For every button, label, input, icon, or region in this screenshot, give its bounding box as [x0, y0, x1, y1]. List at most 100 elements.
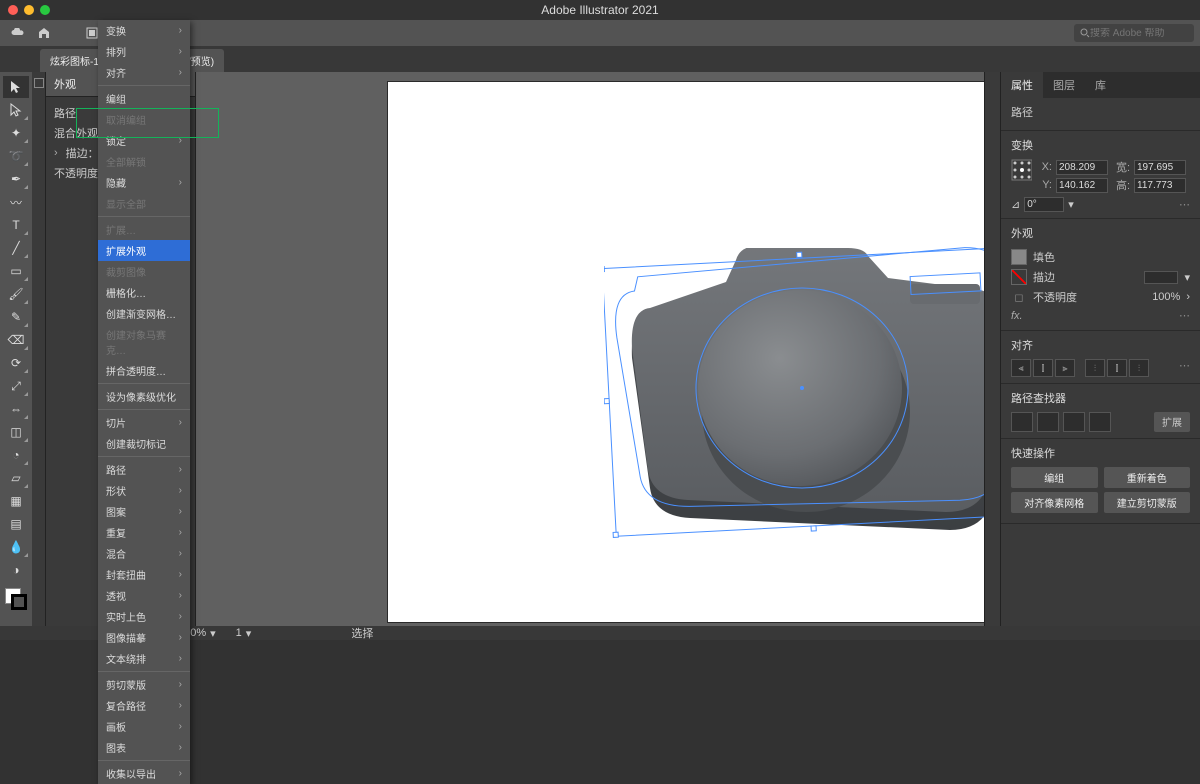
magic-wand-tool[interactable]: ✦ [3, 122, 29, 144]
menu-item[interactable]: 封套扭曲 [98, 564, 190, 585]
menu-item[interactable]: 栅格化… [98, 282, 190, 303]
right-dock[interactable] [984, 72, 1000, 626]
reference-point-icon[interactable] [1011, 159, 1032, 181]
transform-angle-input[interactable] [1024, 197, 1064, 212]
menu-item[interactable]: 取消编组 [98, 109, 190, 130]
menu-item[interactable]: 隐藏 [98, 172, 190, 193]
menu-item[interactable]: 扩展外观 [98, 240, 190, 261]
qa-clipmask[interactable]: 建立剪切蒙版 [1104, 492, 1191, 513]
pathfinder-exclude[interactable] [1089, 412, 1111, 432]
home-icon[interactable] [32, 23, 56, 43]
pen-tool[interactable]: ✒ [3, 168, 29, 190]
menu-item[interactable]: 透视 [98, 585, 190, 606]
menu-item[interactable]: 复合路径 [98, 695, 190, 716]
menu-item[interactable]: 创建对象马赛克… [98, 324, 190, 360]
direct-selection-tool[interactable] [3, 99, 29, 121]
help-search[interactable] [1074, 24, 1194, 42]
menu-item[interactable]: 显示全部 [98, 193, 190, 214]
menu-item[interactable]: 扩展… [98, 219, 190, 240]
canvas[interactable] [196, 72, 984, 626]
paintbrush-tool[interactable]: 🖌 [3, 283, 29, 305]
align-top[interactable]: ⫶ [1085, 359, 1105, 377]
menu-item[interactable]: 变换 [98, 20, 190, 41]
rotate-tool[interactable]: ⟳ [3, 352, 29, 374]
menu-item[interactable]: 混合 [98, 543, 190, 564]
perspective-tool[interactable]: ▱ [3, 467, 29, 489]
gradient-tool[interactable]: ▤ [3, 513, 29, 535]
scale-tool[interactable]: ⤢ [3, 375, 29, 397]
quick-actions-section: 快速操作 编组 重新着色 对齐像素网格 建立剪切蒙版 [1001, 439, 1200, 524]
menu-item[interactable]: 收集以导出 [98, 763, 190, 784]
menu-item[interactable]: 实时上色 [98, 606, 190, 627]
minimize-window[interactable] [24, 5, 34, 15]
align-vcenter[interactable]: ⫿ [1107, 359, 1127, 377]
qa-recolor[interactable]: 重新着色 [1104, 467, 1191, 488]
align-bottom[interactable]: ⫶ [1129, 359, 1149, 377]
menu-item[interactable]: 图像描摹 [98, 627, 190, 648]
menu-item[interactable]: 画板 [98, 716, 190, 737]
cloud-icon[interactable] [6, 23, 30, 43]
pathfinder-section: 路径查找器 扩展 [1001, 384, 1200, 439]
menu-item[interactable]: 锁定 [98, 130, 190, 151]
selection-tool[interactable] [3, 76, 29, 98]
menu-item[interactable]: 图案 [98, 501, 190, 522]
close-window[interactable] [8, 5, 18, 15]
menu-item[interactable]: 编组 [98, 88, 190, 109]
menu-item[interactable]: 裁剪图像 [98, 261, 190, 282]
help-search-input[interactable] [1090, 28, 1180, 39]
menu-item[interactable]: 图表 [98, 737, 190, 758]
tab-layers[interactable]: 图层 [1043, 72, 1085, 98]
qa-pixel-align[interactable]: 对齐像素网格 [1011, 492, 1098, 513]
menu-item[interactable]: 设为像素级优化 [98, 386, 190, 407]
pathfinder-expand[interactable]: 扩展 [1154, 412, 1190, 432]
menu-item[interactable]: 切片 [98, 412, 190, 433]
menu-item[interactable]: 创建渐变网格… [98, 303, 190, 324]
blend-tool[interactable]: ◑ [3, 559, 29, 581]
align-left[interactable]: ⫷ [1011, 359, 1031, 377]
menu-item[interactable]: 剪切蒙版 [98, 674, 190, 695]
menu-item[interactable]: 拼合透明度… [98, 360, 190, 381]
menu-item[interactable]: 重复 [98, 522, 190, 543]
stroke-weight-input[interactable] [1144, 271, 1178, 284]
pathfinder-minus[interactable] [1037, 412, 1059, 432]
free-transform-tool[interactable]: ◫ [3, 421, 29, 443]
tab-libraries[interactable]: 库 [1085, 72, 1116, 98]
eyedropper-tool[interactable]: 💧 [3, 536, 29, 558]
artwork-camera[interactable] [610, 248, 984, 548]
align-hcenter[interactable]: ⫿ [1033, 359, 1053, 377]
shaper-tool[interactable]: ✎ [3, 306, 29, 328]
lasso-tool[interactable]: ➰ [3, 145, 29, 167]
rectangle-tool[interactable]: ▭ [3, 260, 29, 282]
menu-item[interactable]: 路径 [98, 459, 190, 480]
stroke-swatch[interactable] [1011, 269, 1027, 285]
mesh-tool[interactable]: ▦ [3, 490, 29, 512]
artboard-nav[interactable]: 1 [236, 627, 242, 639]
line-tool[interactable]: ╱ [3, 237, 29, 259]
transform-y-input[interactable] [1056, 178, 1108, 193]
pathfinder-intersect[interactable] [1063, 412, 1085, 432]
panel-icon[interactable] [34, 78, 44, 88]
transform-section: 变换 X: 宽: Y: 高: ⊿ ▾ ⋯ [1001, 131, 1200, 219]
menu-item[interactable]: 全部解锁 [98, 151, 190, 172]
menu-item[interactable]: 排列 [98, 41, 190, 62]
transform-w-input[interactable] [1134, 160, 1186, 175]
maximize-window[interactable] [40, 5, 50, 15]
eraser-tool[interactable]: ⌫ [3, 329, 29, 351]
search-icon [1080, 28, 1090, 38]
transform-x-input[interactable] [1056, 160, 1108, 175]
curvature-tool[interactable]: 〰 [3, 191, 29, 213]
pathfinder-unite[interactable] [1011, 412, 1033, 432]
transform-h-input[interactable] [1134, 178, 1186, 193]
fill-swatch[interactable] [1011, 249, 1027, 265]
fill-stroke-swatch[interactable] [5, 588, 27, 610]
menu-item[interactable]: 文本绕排 [98, 648, 190, 669]
type-tool[interactable]: T [3, 214, 29, 236]
width-tool[interactable]: ⇔ [3, 398, 29, 420]
qa-group[interactable]: 编组 [1011, 467, 1098, 488]
menu-item[interactable]: 对齐 [98, 62, 190, 83]
menu-item[interactable]: 创建裁切标记 [98, 433, 190, 454]
shape-builder-tool[interactable]: ◔ [3, 444, 29, 466]
tab-properties[interactable]: 属性 [1001, 72, 1043, 98]
align-right[interactable]: ⫸ [1055, 359, 1075, 377]
menu-item[interactable]: 形状 [98, 480, 190, 501]
